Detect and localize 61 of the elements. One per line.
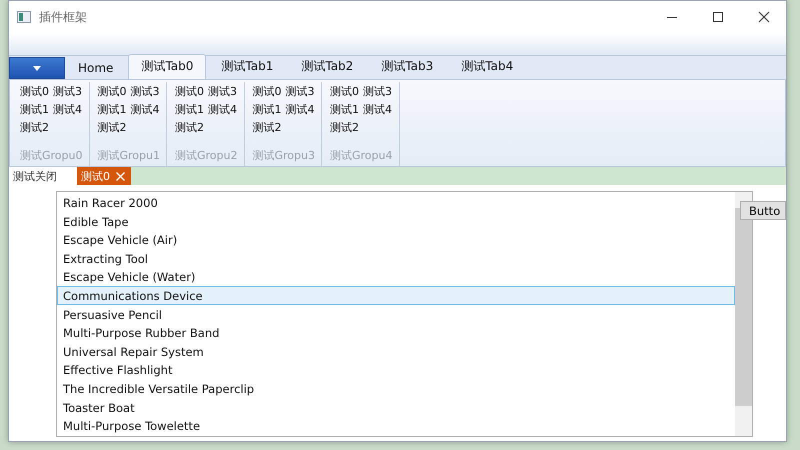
list-item[interactable]: The Incredible Versatile Paperclip — [57, 378, 735, 398]
window-title: 插件框架 — [39, 8, 87, 26]
ribbon-button[interactable]: 测试1 — [330, 100, 359, 118]
close-icon[interactable] — [758, 11, 770, 23]
ribbon-button[interactable]: 测试3 — [286, 82, 314, 100]
ribbon-button[interactable]: 测试2 — [330, 118, 359, 136]
ribbon-button[interactable]: 测试2 — [252, 118, 282, 136]
group-label: 测试Gropu1 — [98, 148, 160, 163]
document-tab[interactable]: 测试0 — [77, 167, 131, 185]
ribbon-button[interactable]: 测试0 — [252, 82, 282, 100]
ribbon-button[interactable]: 测试1 — [20, 100, 49, 118]
ribbon-button[interactable]: 测试0 — [20, 82, 49, 100]
list-item[interactable]: Rain Racer 2000 — [57, 193, 735, 212]
list-item[interactable]: Edible Tape — [57, 212, 735, 230]
list-item[interactable]: Multi-Purpose Rubber Band — [57, 323, 735, 342]
group-label: 测试Gropu4 — [330, 148, 392, 163]
ribbon-tab[interactable]: 测试Tab4 — [448, 54, 526, 79]
group-label: 测试Gropu3 — [252, 148, 315, 163]
list-item[interactable]: Persuasive Pencil — [57, 304, 735, 324]
ribbon-button[interactable]: 测试2 — [175, 118, 204, 136]
list-item[interactable]: Communications Device — [57, 286, 735, 305]
ribbon-button[interactable]: 测试2 — [20, 118, 49, 136]
ribbon-button[interactable]: 测试1 — [252, 100, 282, 118]
caret-icon — [33, 66, 41, 70]
group-label: 测试Gropu0 — [20, 148, 82, 163]
ribbon-button[interactable]: 测试3 — [53, 82, 82, 100]
window-icon — [17, 11, 31, 23]
scrollbar-thumb[interactable] — [735, 208, 752, 406]
list-item[interactable]: Extracting Tool — [57, 248, 735, 268]
scrollbar[interactable] — [735, 192, 752, 436]
ribbon-button[interactable]: 测试4 — [130, 100, 160, 118]
document-tab[interactable]: 测试关闭 — [9, 167, 77, 185]
ribbon-button[interactable]: 测试1 — [175, 100, 204, 118]
ribbon-tab[interactable]: Home — [65, 57, 126, 79]
button[interactable]: Butto — [740, 201, 786, 220]
ribbon-button[interactable]: 测试2 — [98, 118, 126, 136]
list-item[interactable]: Effective Flashlight — [57, 360, 735, 379]
ribbon-button[interactable]: 测试0 — [330, 82, 359, 100]
ribbon-tab[interactable]: 测试Tab2 — [288, 54, 366, 79]
ribbon-button[interactable]: 测试4 — [208, 100, 237, 118]
ribbon-button[interactable]: 测试0 — [175, 82, 204, 100]
ribbon-button[interactable]: 测试4 — [53, 100, 82, 118]
tab-label: 测试0 — [81, 168, 110, 184]
ribbon-tab[interactable]: 测试Tab1 — [208, 54, 286, 79]
list-item[interactable]: Multi-Purpose Towelette — [57, 416, 735, 435]
ribbon-tab[interactable]: 测试Tab0 — [128, 54, 206, 79]
ribbon-button[interactable]: 测试0 — [98, 82, 126, 100]
maximize-icon[interactable] — [712, 11, 724, 23]
list-item[interactable]: Universal Repair System — [57, 342, 735, 360]
tab-label: 测试关闭 — [13, 168, 57, 184]
ribbon-button[interactable]: 测试3 — [363, 82, 392, 100]
ribbon-button[interactable]: 测试1 — [98, 100, 126, 118]
ribbon-button[interactable]: 测试3 — [208, 82, 237, 100]
ribbon-tab[interactable]: 测试Tab3 — [368, 54, 446, 79]
group-label: 测试Gropu2 — [175, 148, 238, 163]
list-item[interactable]: Toaster Boat — [57, 398, 735, 416]
list-item[interactable]: Escape Vehicle (Air) — [57, 230, 735, 249]
list-item[interactable]: Escape Vehicle (Water) — [57, 267, 735, 286]
ribbon-button[interactable]: 测试4 — [286, 100, 314, 118]
ribbon-button[interactable]: 测试3 — [130, 82, 160, 100]
ribbon-button[interactable]: 测试4 — [363, 100, 392, 118]
